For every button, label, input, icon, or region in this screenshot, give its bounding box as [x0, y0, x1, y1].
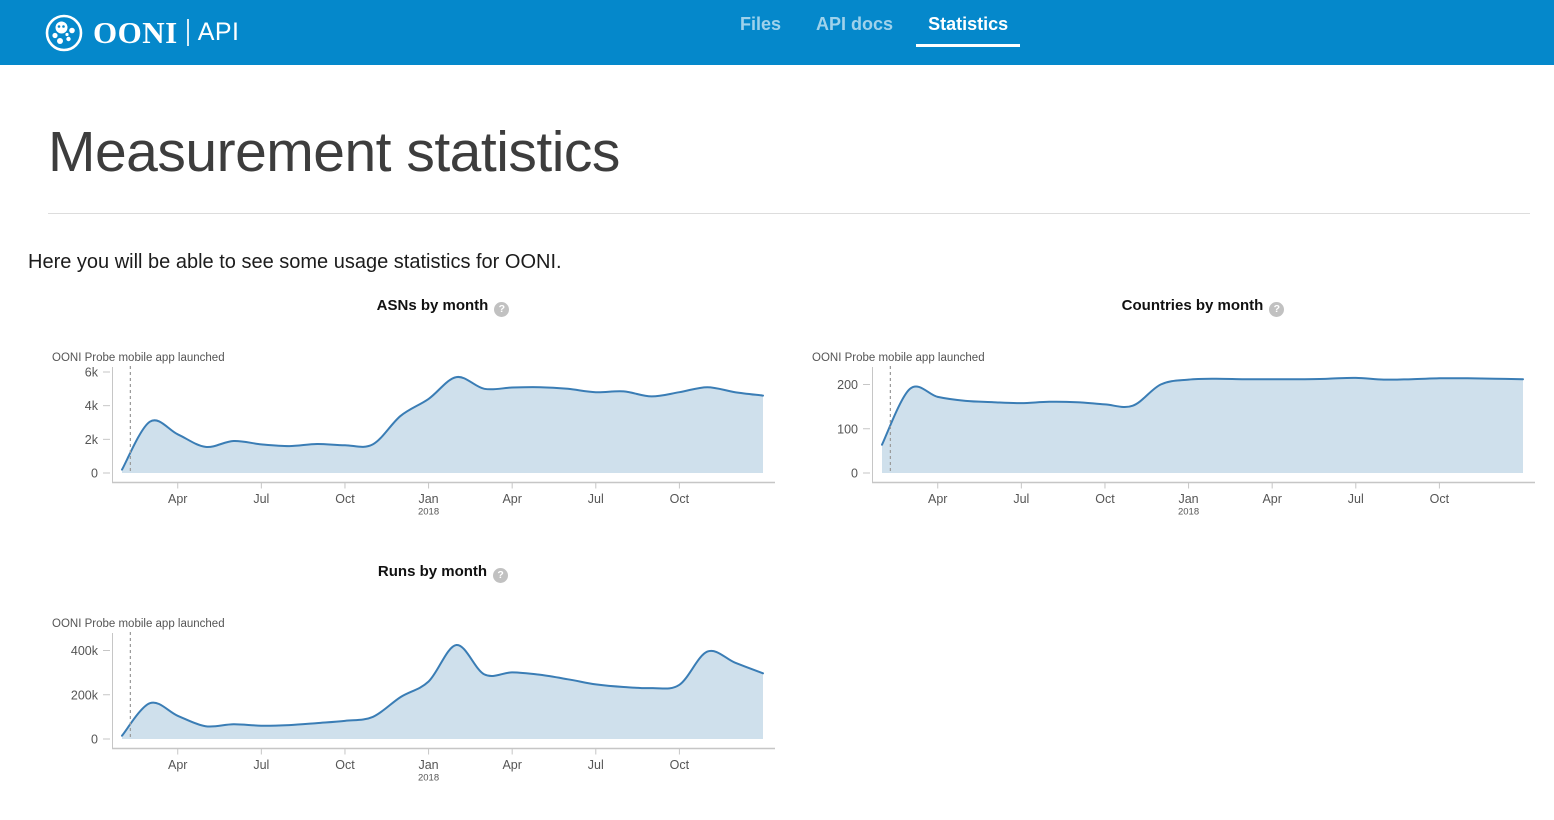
- page-title: Measurement statistics: [48, 120, 1554, 185]
- chart-title-text: Countries by month: [1122, 297, 1264, 314]
- x-tick-label: Jan: [418, 492, 438, 506]
- chart-title-text: ASNs by month: [377, 297, 489, 314]
- x-tick-label: Apr: [502, 758, 521, 772]
- x-tick-label: Oct: [335, 492, 355, 506]
- brand-divider: [187, 19, 189, 46]
- x-tick-label: Apr: [168, 758, 187, 772]
- ooni-octopus-logo-icon: [44, 13, 84, 53]
- y-tick-label: 200: [837, 378, 858, 392]
- annotation-label: OONI Probe mobile app launched: [812, 352, 985, 364]
- chart-block-countries: Countries by month? OONI Probe mobile ap…: [777, 297, 1554, 527]
- x-tick-label: Oct: [1430, 492, 1450, 506]
- runs-area-chart: OONI Probe mobile app launched 0 200k 400k A…: [30, 613, 790, 793]
- y-tick-label: 0: [851, 467, 858, 481]
- nav-tab-api-docs[interactable]: API docs: [804, 0, 905, 47]
- chart-title-asns: ASNs by month?: [63, 297, 823, 317]
- x-tick-label: Jan: [418, 758, 438, 772]
- x-tick-label: Jul: [253, 492, 269, 506]
- y-tick-label: 2k: [85, 433, 99, 447]
- x-tick-year-label: 2018: [418, 507, 439, 518]
- help-icon[interactable]: ?: [1269, 302, 1284, 317]
- x-tick-year-label: 2018: [418, 773, 439, 784]
- x-tick-label: Apr: [928, 492, 947, 506]
- help-icon[interactable]: ?: [493, 568, 508, 583]
- x-tick-label: Jul: [253, 758, 269, 772]
- y-tick-label: 4k: [85, 399, 99, 413]
- divider: [48, 213, 1530, 214]
- x-tick-year-label: 2018: [1178, 507, 1199, 518]
- y-tick-label: 100: [837, 422, 858, 436]
- brand-sub-api: API: [198, 18, 240, 47]
- charts-grid: ASNs by month? OONI Probe mobile app lau…: [0, 297, 1554, 793]
- y-tick-label: 200k: [71, 688, 99, 702]
- y-tick-label: 400k: [71, 644, 99, 658]
- app-header: OONI API Files API docs Statistics: [0, 0, 1554, 65]
- area-path: [882, 378, 1523, 473]
- chart-title-countries: Countries by month?: [823, 297, 1554, 317]
- y-tick-label: 0: [91, 467, 98, 481]
- chart-block-asns: ASNs by month? OONI Probe mobile app lau…: [0, 297, 777, 527]
- chart-title-runs: Runs by month?: [63, 563, 823, 583]
- x-tick-label: Apr: [1262, 492, 1281, 506]
- intro-text: Here you will be able to see some usage …: [28, 251, 1554, 274]
- main-content: Measurement statistics Here you will be …: [0, 120, 1554, 793]
- nav-tab-files[interactable]: Files: [728, 0, 793, 47]
- countries-area-chart: OONI Probe mobile app launched 0 100 200 Apr…: [790, 347, 1550, 527]
- x-tick-label: Apr: [168, 492, 187, 506]
- x-tick-label: Jul: [588, 758, 604, 772]
- x-tick-label: Oct: [670, 492, 690, 506]
- x-tick-label: Jul: [1013, 492, 1029, 506]
- help-icon[interactable]: ?: [494, 302, 509, 317]
- chart-title-text: Runs by month: [378, 563, 487, 580]
- asns-area-chart: OONI Probe mobile app launched 0 2k 4k 6k Apr…: [30, 347, 790, 527]
- x-tick-label: Oct: [335, 758, 355, 772]
- y-tick-label: 0: [91, 733, 98, 747]
- x-tick-label: Apr: [502, 492, 521, 506]
- x-tick-label: Jul: [588, 492, 604, 506]
- empty-cell: [777, 563, 1554, 793]
- x-tick-label: Jul: [1348, 492, 1364, 506]
- annotation-label: OONI Probe mobile app launched: [52, 618, 225, 630]
- y-tick-label: 6k: [85, 366, 99, 380]
- chart-block-runs: Runs by month? OONI Probe mobile app lau…: [0, 563, 777, 793]
- nav-tab-statistics[interactable]: Statistics: [916, 0, 1020, 47]
- brand[interactable]: OONI API: [44, 0, 239, 65]
- annotation-label: OONI Probe mobile app launched: [52, 352, 225, 364]
- area-path: [122, 377, 763, 473]
- x-tick-label: Jan: [1178, 492, 1198, 506]
- x-tick-label: Oct: [1095, 492, 1115, 506]
- x-tick-label: Oct: [670, 758, 690, 772]
- brand-name: OONI: [93, 15, 178, 51]
- main-nav: Files API docs Statistics: [728, 0, 1020, 65]
